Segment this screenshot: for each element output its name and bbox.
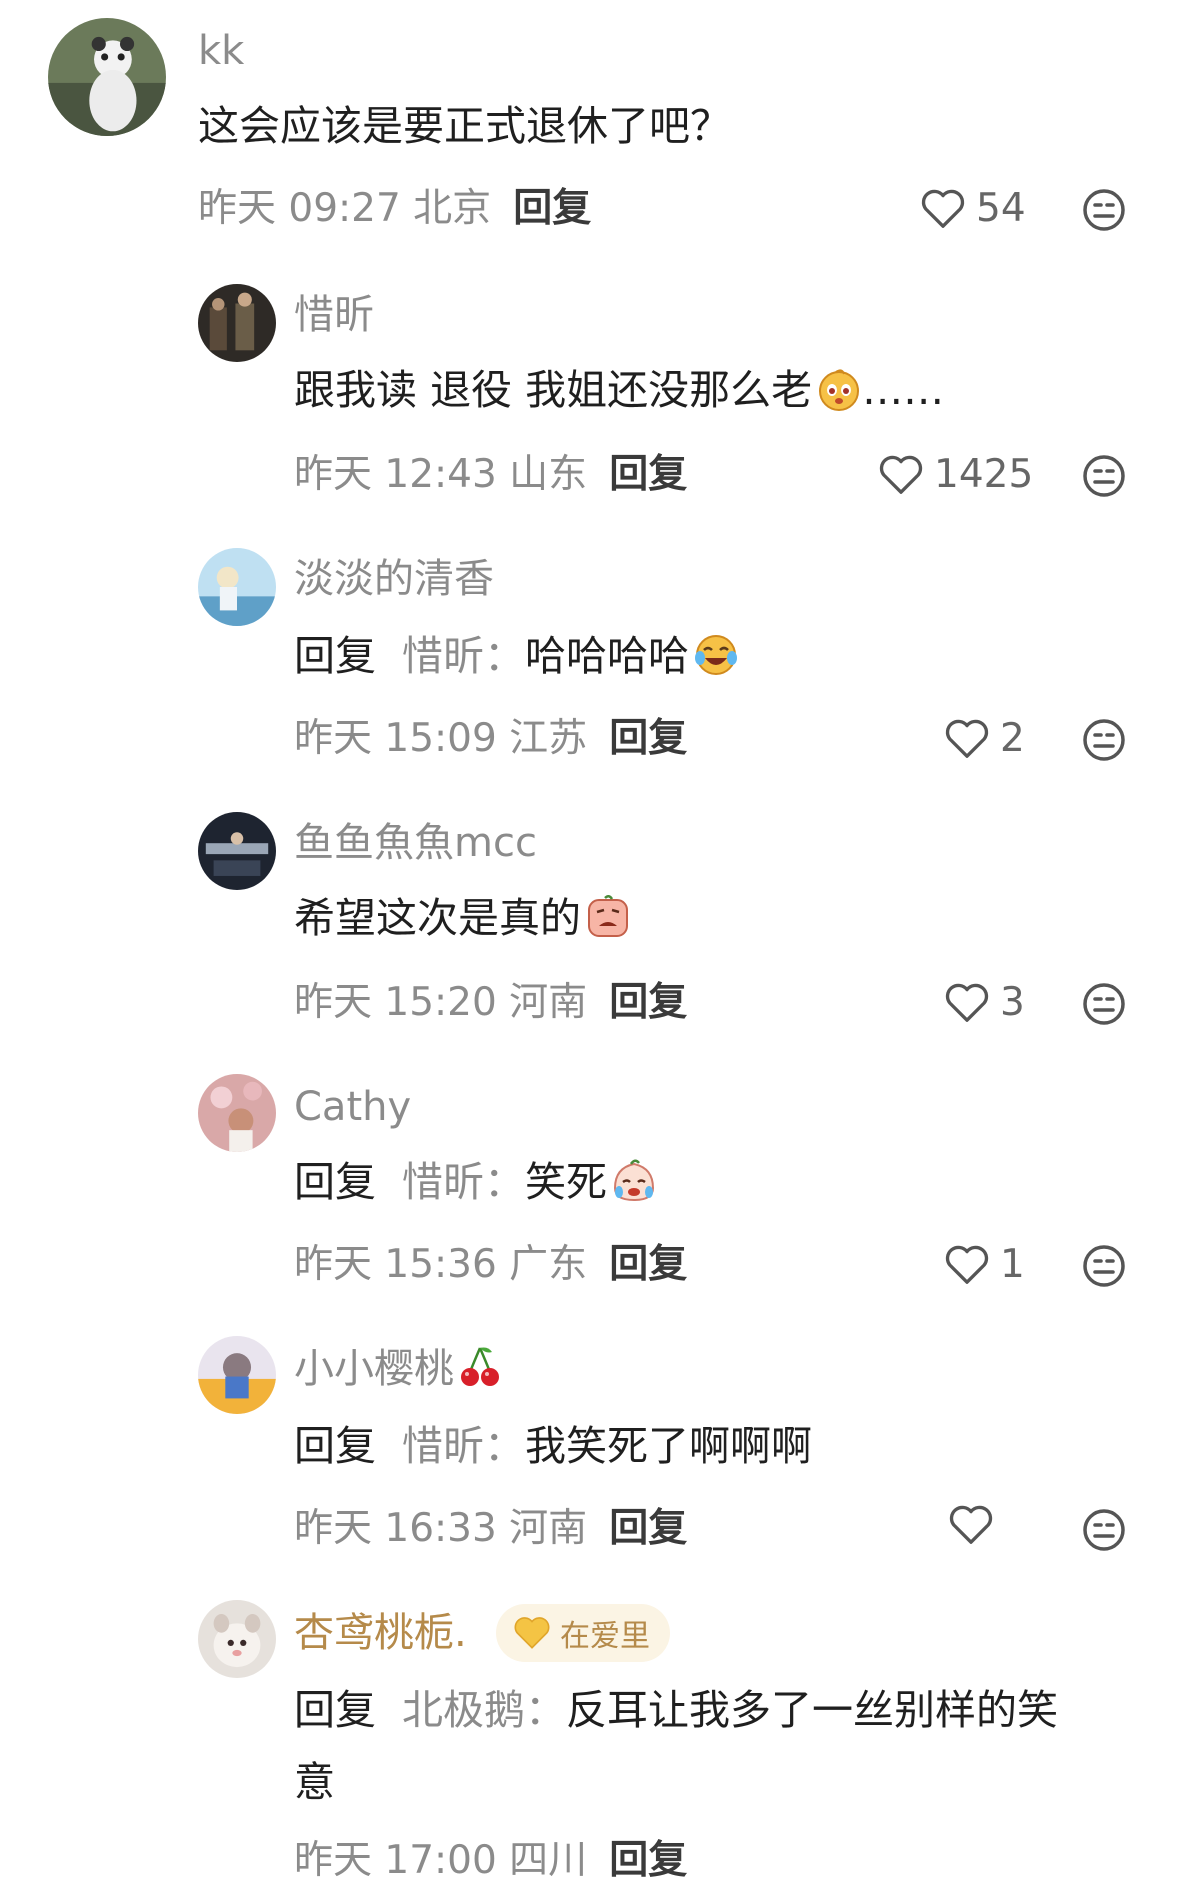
status-badge[interactable]: 在爱里 [496, 1604, 670, 1662]
time-location: 昨天 17:00 四川 [294, 1838, 588, 1883]
comment-text: 回复 惜昕：笑死 [294, 1146, 657, 1218]
heart-outline-icon [945, 1245, 989, 1284]
dislike-button[interactable] [1082, 1244, 1126, 1288]
username[interactable]: 杏鸢桃栀. [294, 1608, 467, 1658]
avatar[interactable] [198, 1336, 276, 1414]
dislike-button[interactable] [1082, 982, 1126, 1026]
comment-meta: 昨天 15:20 河南 回复 [294, 978, 687, 1028]
username[interactable]: Cathy [294, 1082, 411, 1132]
heart-outline-icon [945, 983, 989, 1022]
avatar[interactable] [198, 812, 276, 890]
avatar[interactable] [198, 548, 276, 626]
avatar[interactable] [198, 1074, 276, 1152]
comment-text: 回复 北极鹅：反耳让我多了一丝别样的笑 [294, 1686, 1058, 1734]
like-count: 1 [1000, 1242, 1025, 1287]
comment-text-continued: 意 [294, 1758, 335, 1806]
reply-button[interactable]: 回复 [609, 452, 687, 497]
heart-outline-icon [945, 719, 989, 758]
neutral-face-icon [1083, 189, 1125, 231]
tears-of-joy-emoji-icon [693, 628, 739, 675]
dislike-button[interactable] [1082, 1508, 1126, 1552]
reply-button[interactable]: 回复 [609, 980, 687, 1025]
avatar[interactable] [48, 18, 166, 136]
reply-target[interactable]: 惜昕： [402, 1422, 525, 1470]
comment-meta: 昨天 16:33 河南 回复 [294, 1504, 687, 1554]
dislike-button[interactable] [1082, 454, 1126, 498]
time-location: 昨天 15:20 河南 [294, 980, 588, 1025]
reply-button[interactable]: 回复 [609, 716, 687, 761]
like-button[interactable]: 54 [920, 184, 1026, 234]
comment-text: 这会应该是要正式退休了吧？ [198, 102, 731, 150]
neutral-face-icon [1083, 1509, 1125, 1551]
username[interactable]: 鱼鱼魚魚mcc [294, 818, 537, 868]
comment-meta: 昨天 17:00 四川 回复 [294, 1836, 687, 1886]
username[interactable]: 淡淡的清香 [294, 554, 494, 604]
like-count: 3 [1000, 980, 1025, 1025]
heart-outline-icon [921, 189, 965, 228]
username[interactable]: 惜昕 [294, 290, 374, 340]
like-count: 1425 [934, 452, 1034, 497]
reply-button[interactable]: 回复 [609, 1242, 687, 1287]
like-button[interactable] [948, 1504, 1004, 1546]
username[interactable]: 小小樱桃 [294, 1344, 504, 1394]
like-count: 2 [1000, 716, 1025, 761]
like-count: 54 [976, 186, 1026, 231]
crying-emoji-icon [611, 1154, 657, 1202]
time-location: 昨天 15:36 广东 [294, 1242, 588, 1287]
comment-meta: 昨天 15:36 广东 回复 [294, 1240, 687, 1290]
neutral-face-icon [1083, 1245, 1125, 1287]
time-location: 昨天 15:09 江苏 [294, 716, 588, 761]
neutral-face-icon [1083, 983, 1125, 1025]
like-button[interactable]: 1425 [878, 450, 1033, 500]
neutral-face-icon [1083, 719, 1125, 761]
comment-meta: 昨天 12:43 山东 回复 [294, 450, 687, 500]
reply-button[interactable]: 回复 [513, 186, 591, 231]
time-location: 昨天 09:27 北京 [198, 186, 492, 231]
comment-meta: 昨天 15:09 江苏 回复 [294, 714, 687, 764]
crying-emoji-icon [585, 890, 631, 937]
like-button[interactable]: 1 [944, 1240, 1025, 1290]
reply-button[interactable]: 回复 [609, 1838, 687, 1883]
comment-text: 跟我读 退役 我姐还没那么老…… [294, 354, 944, 426]
comment-text: 回复 惜昕：我笑死了啊啊啊 [294, 1422, 812, 1470]
reply-target[interactable]: 惜昕： [402, 632, 525, 680]
time-location: 昨天 16:33 河南 [294, 1506, 588, 1551]
comment-text: 回复 惜昕：哈哈哈哈 [294, 620, 739, 692]
cherry-emoji-icon [458, 1344, 504, 1390]
blush-emoji-icon [816, 362, 862, 411]
reply-button[interactable]: 回复 [609, 1506, 687, 1551]
neutral-face-icon [1083, 455, 1125, 497]
username[interactable]: kk [198, 26, 244, 76]
comment-meta: 昨天 09:27 北京 回复 [198, 184, 591, 234]
avatar[interactable] [198, 1600, 276, 1678]
heart-badge-icon [514, 1617, 550, 1649]
reply-target[interactable]: 惜昕： [402, 1158, 525, 1206]
heart-outline-icon [879, 455, 923, 494]
avatar[interactable] [198, 284, 276, 362]
reply-target[interactable]: 北极鹅： [402, 1686, 566, 1734]
heart-outline-icon [949, 1505, 993, 1544]
dislike-button[interactable] [1082, 718, 1126, 762]
dislike-button[interactable] [1082, 188, 1126, 232]
time-location: 昨天 12:43 山东 [294, 452, 588, 497]
like-button[interactable]: 3 [944, 978, 1025, 1028]
comment-text: 希望这次是真的 [294, 882, 631, 954]
like-button[interactable]: 2 [944, 714, 1025, 764]
